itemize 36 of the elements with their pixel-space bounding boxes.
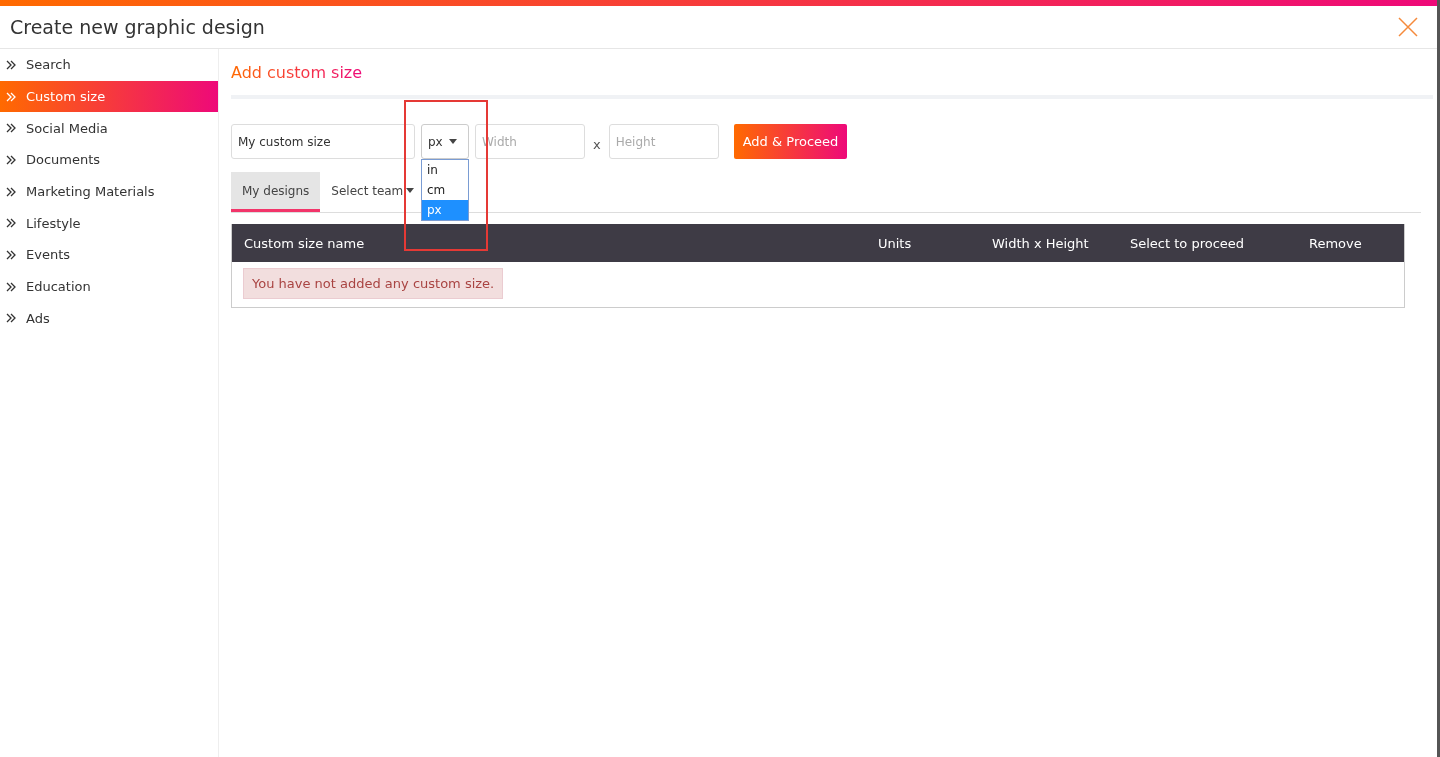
column-header: Custom size name <box>244 235 366 251</box>
sidebar-item[interactable]: Events <box>0 239 218 271</box>
tab[interactable]: My designs <box>231 172 321 212</box>
double-chevron-icon <box>6 154 16 165</box>
sidebar-item[interactable]: Lifestyle <box>0 207 218 240</box>
double-chevron-icon <box>6 59 16 70</box>
column-header: Units <box>878 235 913 251</box>
sidebar-item[interactable]: Marketing Materials <box>0 175 218 208</box>
column-header: Width x Height <box>992 235 1090 251</box>
column-header: Select to proceed <box>1130 235 1246 251</box>
name-input[interactable]: My custom size <box>231 124 415 159</box>
double-chevron-icon <box>6 91 16 102</box>
height-input[interactable]: Height <box>608 124 719 159</box>
double-chevron-icon <box>6 313 16 324</box>
add-proceed-button[interactable]: Add & Proceed <box>733 124 848 159</box>
sidebar-item[interactable]: Documents <box>0 144 218 176</box>
double-chevron-icon <box>6 123 16 134</box>
sidebar-item[interactable]: Search <box>0 49 218 81</box>
window-title: Create new graphic design <box>10 16 265 38</box>
column-header: Remove <box>1309 235 1363 251</box>
double-chevron-icon <box>6 218 16 229</box>
double-chevron-icon <box>6 186 16 197</box>
sidebar-item[interactable]: Custom size <box>0 80 218 113</box>
times-separator: x <box>593 136 601 152</box>
sidebar-item[interactable]: Ads <box>0 302 218 335</box>
double-chevron-icon <box>6 249 16 260</box>
section-heading: Add custom size <box>231 49 1433 99</box>
caret-icon <box>406 188 415 193</box>
sidebar-item[interactable]: Education <box>0 270 218 303</box>
unit-select[interactable]: px <box>421 124 469 159</box>
close-button[interactable] <box>1397 16 1419 38</box>
sidebar-item[interactable]: Social Media <box>0 112 218 145</box>
double-chevron-icon <box>6 281 16 292</box>
empty-message: You have not added any custom size. <box>243 268 504 299</box>
caret-icon <box>448 139 457 144</box>
tab[interactable]: Select team <box>320 172 419 212</box>
